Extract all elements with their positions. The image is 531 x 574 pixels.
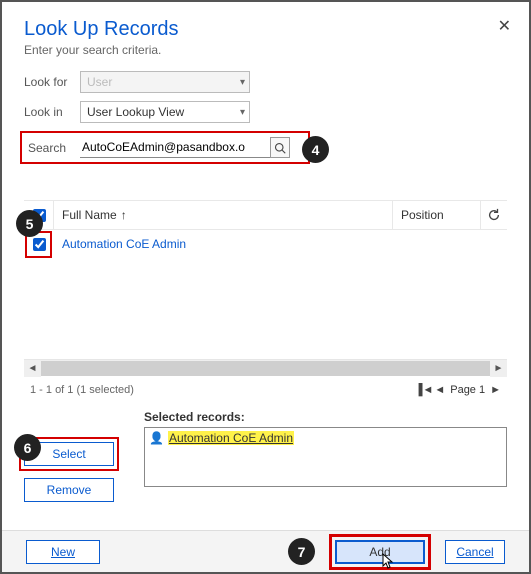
sort-asc-icon: ↑ <box>121 208 127 222</box>
annotation-6: 6 <box>14 434 41 461</box>
results-grid: Full Name ↑ Position 5 <box>24 200 507 400</box>
lookfor-value: User <box>87 75 112 89</box>
scrollbar-thumb[interactable] <box>41 361 490 376</box>
search-icon <box>274 142 286 154</box>
dialog-title: Look Up Records <box>24 18 507 41</box>
pager: 1 - 1 of 1 (1 selected) ▐◄ ◄ Page 1 ► <box>24 376 507 400</box>
horizontal-scrollbar[interactable]: ◄ ► <box>24 359 507 376</box>
lookup-dialog: ✕ Look Up Records Enter your search crit… <box>0 0 531 574</box>
grid-header: Full Name ↑ Position <box>24 201 507 229</box>
search-button[interactable] <box>270 137 290 158</box>
selected-record-item[interactable]: 👤 Automation CoE Admin <box>149 431 294 445</box>
annotation-5: 5 <box>16 210 43 237</box>
user-icon: 👤 <box>149 431 164 445</box>
lookin-select[interactable]: User Lookup View ▾ <box>80 101 250 123</box>
search-label: Search <box>24 141 80 155</box>
search-input[interactable] <box>80 137 290 158</box>
add-button[interactable]: Add <box>335 540 425 564</box>
new-button[interactable]: New <box>26 540 100 564</box>
row-full-name[interactable]: Automation CoE Admin <box>54 237 186 251</box>
close-icon[interactable]: ✕ <box>498 16 511 36</box>
lookin-value: User Lookup View <box>87 105 184 119</box>
search-row: Search <box>20 131 310 164</box>
table-row[interactable]: Automation CoE Admin <box>24 230 507 258</box>
annotation-7: 7 <box>288 538 315 565</box>
refresh-button[interactable] <box>481 208 507 222</box>
lookfor-label: Look for <box>24 75 80 89</box>
cancel-button[interactable]: Cancel <box>445 540 505 564</box>
scroll-left-icon[interactable]: ◄ <box>24 360 41 377</box>
pager-status: 1 - 1 of 1 (1 selected) <box>30 384 134 396</box>
first-page-icon[interactable]: ▐◄ <box>415 384 434 396</box>
lower-section: 6 Select Remove Selected records: 👤 Auto… <box>24 410 507 514</box>
remove-button[interactable]: Remove <box>24 478 114 502</box>
scroll-right-icon[interactable]: ► <box>490 360 507 377</box>
column-full-name[interactable]: Full Name ↑ <box>54 201 393 229</box>
lookfor-select[interactable]: User ▾ <box>80 71 250 93</box>
dialog-subtitle: Enter your search criteria. <box>24 43 507 57</box>
page-label: Page 1 <box>450 384 485 396</box>
selected-record-text: Automation CoE Admin <box>168 431 294 445</box>
chevron-down-icon: ▾ <box>240 77 245 88</box>
grid-body: Automation CoE Admin <box>24 229 507 359</box>
selected-records-label: Selected records: <box>144 410 507 424</box>
dialog-footer: New 7 Add Cancel <box>2 530 529 572</box>
column-position[interactable]: Position <box>393 201 481 229</box>
prev-page-icon[interactable]: ◄ <box>434 384 445 396</box>
refresh-icon <box>487 208 501 222</box>
lookin-label: Look in <box>24 105 80 119</box>
lookin-row: Look in User Lookup View ▾ <box>24 101 507 123</box>
selected-records-box[interactable]: 👤 Automation CoE Admin <box>144 427 507 487</box>
annotation-4: 4 <box>302 136 329 163</box>
lookfor-row: Look for User ▾ <box>24 71 507 93</box>
chevron-down-icon: ▾ <box>240 107 245 118</box>
row-checkbox[interactable] <box>33 238 46 251</box>
add-button-highlight: Add <box>329 534 431 570</box>
next-page-icon[interactable]: ► <box>490 384 501 396</box>
